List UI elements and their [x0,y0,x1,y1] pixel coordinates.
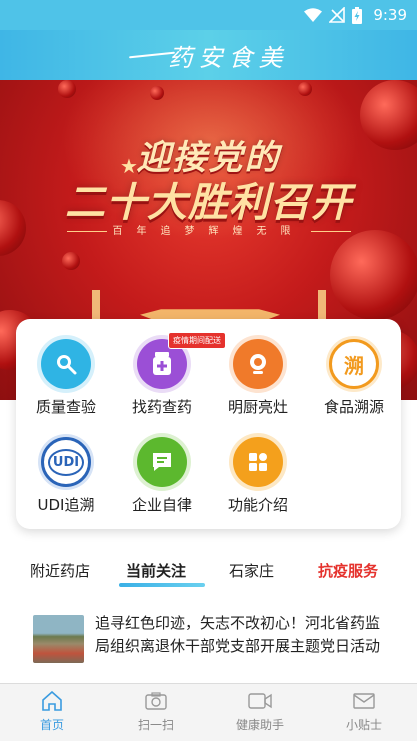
feature-label: UDI追溯 [37,496,95,514]
nav-health-assistant[interactable]: 健康助手 [208,690,312,733]
active-tab-indicator [119,583,205,587]
feature-label: 质量查验 [35,398,96,416]
banner-subtitle: 百年追梦辉煌无限 [0,222,417,237]
status-icons: 9:39 [304,6,407,24]
nav-label: 小贴士 [345,718,382,732]
mail-icon [312,690,416,712]
tab-current-focus[interactable]: 当前关注 [126,560,186,581]
app-header: 药安食美 [0,30,417,80]
feature-intro[interactable]: 功能介绍 [210,437,306,515]
nav-home[interactable]: 首页 [0,690,104,733]
chat-icon [137,437,187,487]
feature-enterprise-self-discipline[interactable]: 企业自律 [114,437,210,515]
category-tabs: 附近药店 当前关注 石家庄 抗疫服务 [0,552,417,592]
banner-headline-main: 二十大胜利召开 [65,180,352,226]
nav-label: 健康助手 [235,718,284,732]
nav-scan[interactable]: 扫一扫 [104,690,208,733]
features-card: 质量查验 疫情期间配送 找药查药 明厨亮灶 溯 食品溯源 UDI UDI追溯 企… [16,319,401,529]
bottom-nav: 首页 扫一扫 健康助手 小贴士 [0,683,417,741]
news-title: 追寻红色印迹，矢志不改初心！河北省药监局组织离退休干部党支部开展主题党日活动 [95,614,381,655]
feature-food-trace[interactable]: 溯 食品溯源 [306,339,402,417]
udi-glyph: UDI [47,448,85,476]
battery-charging-icon [352,6,363,24]
signal-off-icon [329,7,346,23]
nav-label: 扫一扫 [137,718,174,732]
status-bar: 9:39 [0,0,417,30]
app-screen: 9:39 药安食美 迎接党的 ★ 二十大胜利召开 百年追梦辉煌无限 质量查验 疫… [0,0,417,741]
camera-icon [233,339,283,389]
decor-ball [58,80,76,98]
camera-icon [104,690,208,712]
feature-quality-check[interactable]: 质量查验 [18,339,114,417]
feature-label: 功能介绍 [227,496,288,514]
tab-nearby-pharmacy[interactable]: 附近药店 [30,560,90,581]
feature-udi-trace[interactable]: UDI UDI追溯 [18,437,114,515]
video-icon [208,690,312,712]
app-title: 药安食美 [129,38,289,73]
nav-label: 首页 [39,718,64,732]
nav-tips[interactable]: 小贴士 [312,690,416,733]
grid-icon [233,437,283,487]
magnifier-icon [41,339,91,389]
feature-kitchen-view[interactable]: 明厨亮灶 [210,339,306,417]
trace-glyph: 溯 [344,353,364,378]
decor-ball [330,230,417,320]
status-time: 9:39 [373,6,407,24]
tab-shijiazhuang[interactable]: 石家庄 [229,560,274,581]
feature-label: 企业自律 [131,496,192,514]
feature-label: 找药查药 [131,398,192,416]
feature-find-medicine[interactable]: 疫情期间配送 找药查药 [114,332,226,417]
news-item[interactable]: 追寻红色印迹，矢志不改初心！河北省药监局组织离退休干部党支部开展主题党日活动 [33,612,393,682]
news-thumbnail [33,615,84,663]
decor-ball [62,252,80,270]
feature-label: 明厨亮灶 [227,398,288,416]
decor-ball [298,82,312,96]
wifi-icon [304,8,323,22]
trace-icon: 溯 [329,339,379,389]
udi-icon: UDI [41,437,91,487]
decor-ball [150,86,164,100]
home-icon [0,690,104,712]
tab-epidemic-service[interactable]: 抗疫服务 [318,560,378,581]
feature-label: 食品溯源 [323,398,384,416]
